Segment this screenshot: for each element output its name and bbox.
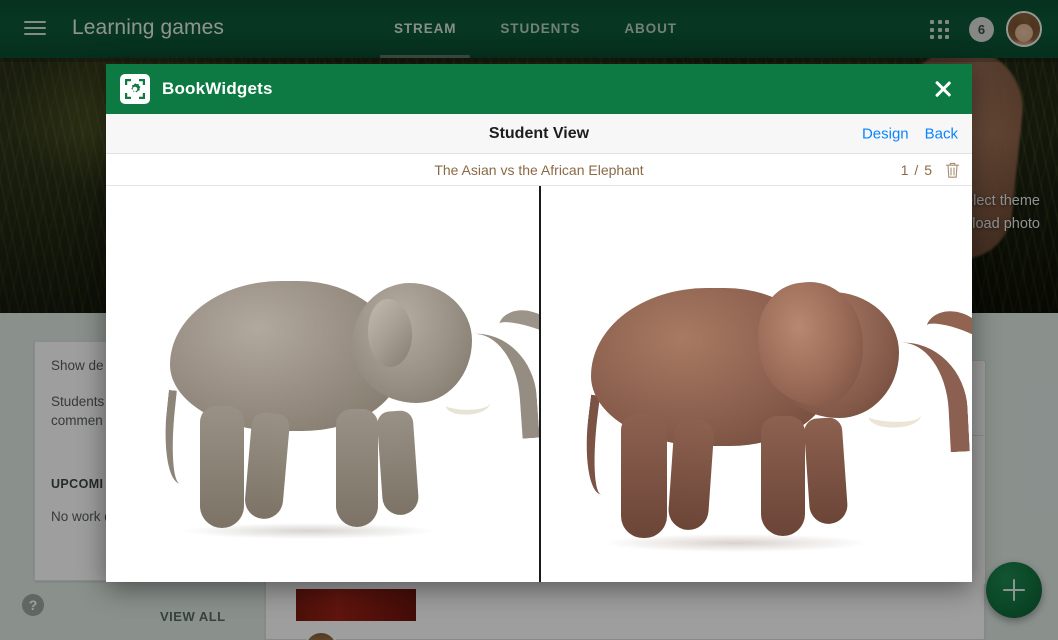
modal-subbar: Student View Design Back [106,114,972,154]
screen-root: Select theme Upload photo Show de Studen… [0,0,1058,640]
document-bar: The Asian vs the African Elephant 1 / 5 [106,154,972,186]
modal-header: BookWidgets [106,64,972,114]
african-elephant-image [569,246,972,576]
african-leg-rear-near [621,414,667,538]
african-leg-rear-far [667,418,715,532]
document-title: The Asian vs the African Elephant [434,161,644,178]
close-icon[interactable] [930,76,956,102]
african-ground-shadow [605,534,867,552]
bookwidgets-brand-name: BookWidgets [162,79,273,98]
african-leg-front-far [803,416,849,526]
page-counter: 1 / 5 [900,161,933,178]
bookwidgets-logo-icon [120,74,150,104]
pane-asian-elephant [106,186,539,582]
widget-content-panes [106,186,972,582]
modal-subbar-links: Design Back [862,125,958,142]
design-link[interactable]: Design [862,125,909,142]
asian-ground-shadow [184,523,434,539]
asian-leg-front-far [376,409,420,517]
trash-icon[interactable] [945,161,960,179]
asian-elephant-image [140,241,539,561]
bookwidgets-modal: BookWidgets Student View Design Back The… [106,64,972,582]
pane-african-elephant [541,186,972,582]
asian-tail [159,389,195,485]
african-leg-front-near [761,416,805,536]
asian-leg-rear-far [243,411,291,521]
asian-leg-rear-near [200,406,244,528]
document-bar-right: 1 / 5 [901,161,960,179]
asian-leg-front-near [336,409,378,527]
back-link[interactable]: Back [925,125,958,142]
student-view-title: Student View [488,124,590,142]
